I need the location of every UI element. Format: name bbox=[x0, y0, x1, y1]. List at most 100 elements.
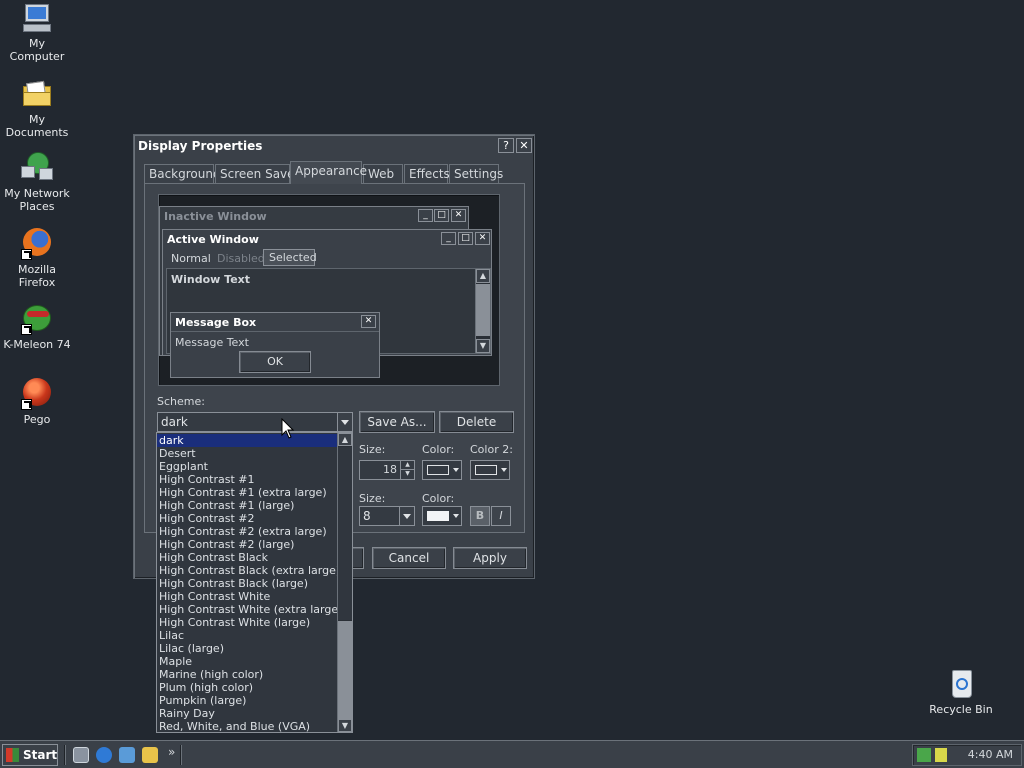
start-button[interactable]: Start bbox=[2, 744, 58, 766]
scheme-option[interactable]: High Contrast White (extra large) bbox=[157, 603, 342, 616]
color-swatch bbox=[427, 511, 449, 521]
desktop-icon-label: My Documents bbox=[5, 113, 69, 139]
scroll-track[interactable] bbox=[338, 447, 352, 620]
scheme-option[interactable]: High Contrast Black bbox=[157, 551, 337, 564]
bold-toggle[interactable]: B bbox=[470, 506, 490, 526]
item-color-picker[interactable] bbox=[422, 460, 462, 480]
help-button[interactable]: ? bbox=[498, 138, 514, 153]
font-color-label: Color: bbox=[422, 492, 455, 505]
show-desktop-icon[interactable] bbox=[73, 747, 89, 763]
scheme-option[interactable]: High Contrast #2 bbox=[157, 512, 337, 525]
chevron-down-icon[interactable] bbox=[337, 413, 352, 431]
scroll-down-icon[interactable]: ▼ bbox=[338, 719, 352, 732]
firefox-icon bbox=[21, 228, 53, 260]
scheme-option[interactable]: Desert bbox=[157, 447, 337, 460]
system-tray: 4:40 AM bbox=[912, 744, 1022, 766]
window-titlebar[interactable]: Display Properties ? ✕ bbox=[136, 137, 532, 155]
chevron-down-icon[interactable] bbox=[399, 507, 414, 525]
pego-icon bbox=[21, 378, 53, 410]
desktop-icon-my-network-places[interactable]: My Network Places bbox=[0, 152, 74, 213]
k-meleon-icon bbox=[21, 303, 53, 335]
start-label: Start bbox=[23, 748, 58, 762]
font-color-picker[interactable] bbox=[422, 506, 462, 526]
desktop-icon-mozilla-firefox[interactable]: Mozilla Firefox bbox=[0, 228, 74, 289]
scheme-option[interactable]: Lilac bbox=[157, 629, 337, 642]
apply-button[interactable]: Apply bbox=[453, 547, 527, 569]
tab-screen-saver[interactable]: Screen Saver bbox=[215, 164, 299, 183]
scheme-option[interactable]: Marine (high color) bbox=[157, 668, 337, 681]
scheme-label: Scheme: bbox=[157, 395, 205, 408]
recycle-bin-icon bbox=[945, 668, 977, 700]
chevron-down-icon bbox=[453, 514, 459, 518]
folder-icon bbox=[21, 78, 53, 110]
scheme-option[interactable]: High Contrast Black (large) bbox=[157, 577, 337, 590]
italic-toggle[interactable]: I bbox=[491, 506, 511, 526]
maximize-icon: □ bbox=[458, 232, 473, 245]
desktop-icon-k-meleon[interactable]: K-Meleon 74 bbox=[0, 303, 74, 351]
scroll-up-icon: ▲ bbox=[476, 269, 490, 283]
network-tray-icon[interactable] bbox=[917, 748, 931, 762]
tab-settings[interactable]: Settings bbox=[449, 164, 503, 183]
scheme-option[interactable]: Red, White, and Blue (VGA) bbox=[157, 720, 337, 733]
scheme-option[interactable]: High Contrast #2 (extra large) bbox=[157, 525, 337, 538]
item-color-label: Color: bbox=[422, 443, 455, 456]
taskbar: Start » 4:40 AM bbox=[0, 740, 1024, 768]
minimize-icon: _ bbox=[418, 209, 433, 222]
network-icon bbox=[21, 152, 53, 184]
cancel-button[interactable]: Cancel bbox=[372, 547, 446, 569]
window-title: Display Properties bbox=[138, 139, 263, 153]
scheme-option[interactable]: High Contrast #1 (extra large) bbox=[157, 486, 337, 499]
shortcut-arrow-icon bbox=[21, 324, 32, 335]
appearance-preview: Inactive Window _ □ ✕ Active Window _ □ … bbox=[158, 194, 500, 386]
item-size-value: 18 bbox=[383, 463, 397, 476]
desktop-icon-label: My Computer bbox=[9, 37, 65, 63]
scheme-option[interactable]: High Contrast #1 (large) bbox=[157, 499, 337, 512]
scheme-dropdown-list[interactable]: dark Desert Eggplant High Contrast #1 High C… bbox=[156, 432, 353, 733]
tab-background[interactable]: Background bbox=[144, 164, 221, 183]
message-box-title: Message Box bbox=[175, 316, 257, 329]
scheme-option[interactable]: Eggplant bbox=[157, 460, 337, 473]
scheme-option[interactable]: Pumpkin (large) bbox=[157, 694, 337, 707]
spinner-up-icon[interactable]: ▲ bbox=[400, 461, 414, 470]
explorer-icon[interactable] bbox=[142, 747, 158, 763]
scheme-option[interactable]: High Contrast #2 (large) bbox=[157, 538, 337, 551]
ok-button-partial[interactable] bbox=[352, 547, 364, 569]
close-button[interactable]: ✕ bbox=[516, 138, 532, 153]
scheme-option[interactable]: High Contrast Black (extra large) bbox=[157, 564, 340, 577]
quicklaunch-more-icon[interactable]: » bbox=[168, 745, 175, 759]
item-size-spinner[interactable]: 18 ▲ ▼ bbox=[359, 460, 415, 480]
desktop-icon-pego[interactable]: Pego bbox=[0, 378, 74, 426]
font-size-select[interactable]: 8 bbox=[359, 506, 415, 526]
font-size-label: Size: bbox=[359, 492, 386, 505]
scheme-option[interactable]: dark bbox=[157, 434, 337, 447]
scroll-up-icon[interactable]: ▲ bbox=[338, 433, 352, 446]
desktop-icon-label: K-Meleon 74 bbox=[3, 338, 71, 351]
save-as-button[interactable]: Save As... bbox=[359, 411, 435, 433]
dropdown-scrollbar[interactable]: ▲ ▼ bbox=[337, 433, 352, 732]
desktop-icon-my-computer[interactable]: My Computer bbox=[0, 2, 74, 63]
scheme-option[interactable]: Maple bbox=[157, 655, 337, 668]
scheme-option[interactable]: High Contrast White bbox=[157, 590, 337, 603]
tab-effects[interactable]: Effects bbox=[404, 164, 450, 183]
internet-explorer-icon[interactable] bbox=[96, 747, 112, 763]
clock[interactable]: 4:40 AM bbox=[968, 748, 1013, 761]
spinner-down-icon[interactable]: ▼ bbox=[400, 470, 414, 479]
desktop-icon-label: My Network Places bbox=[4, 187, 70, 213]
scheme-option[interactable]: Lilac (large) bbox=[157, 642, 337, 655]
scheme-option[interactable]: Rainy Day bbox=[157, 707, 337, 720]
message-box-preview: Message Box ✕ Message Text OK bbox=[170, 312, 380, 378]
desktop-icon-my-documents[interactable]: My Documents bbox=[0, 78, 74, 139]
scheme-option[interactable]: Plum (high color) bbox=[157, 681, 337, 694]
desktop-icon-recycle-bin[interactable]: Recycle Bin bbox=[924, 668, 998, 716]
scroll-thumb[interactable] bbox=[338, 621, 352, 719]
volume-tray-icon[interactable] bbox=[935, 748, 947, 762]
item-color2-picker[interactable] bbox=[470, 460, 510, 480]
scheme-option[interactable]: High Contrast White (large) bbox=[157, 616, 337, 629]
tab-web[interactable]: Web bbox=[363, 164, 403, 183]
scheme-select[interactable]: dark bbox=[157, 412, 353, 432]
scheme-option[interactable]: High Contrast #1 bbox=[157, 473, 337, 486]
menu-normal: Normal bbox=[171, 252, 211, 265]
tab-appearance[interactable]: Appearance bbox=[290, 161, 367, 184]
delete-button[interactable]: Delete bbox=[439, 411, 514, 433]
media-player-icon[interactable] bbox=[119, 747, 135, 763]
